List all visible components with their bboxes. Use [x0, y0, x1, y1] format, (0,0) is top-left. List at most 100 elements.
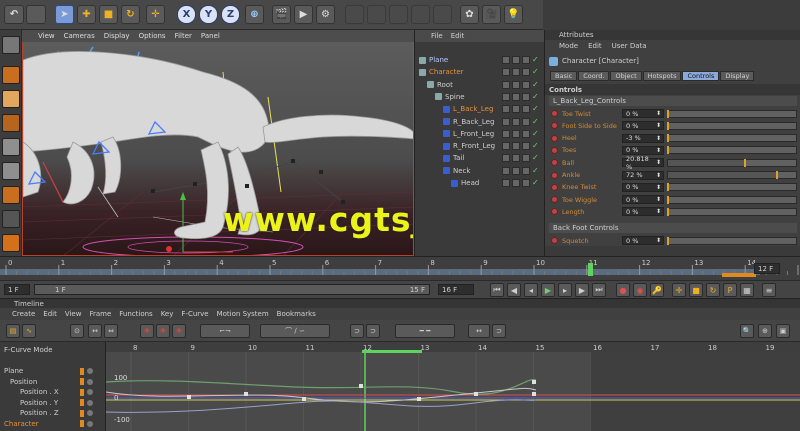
param-slider[interactable] [667, 121, 797, 130]
zero-angle-icon[interactable]: ↔ [468, 324, 490, 338]
track-row-position-z[interactable]: Position . Z [20, 408, 59, 418]
param-slider[interactable] [667, 134, 797, 143]
timeline-menu-f-curve[interactable]: F-Curve [181, 310, 208, 318]
axis-mode-icon[interactable] [2, 210, 20, 228]
animate-dot-icon[interactable] [551, 146, 558, 154]
timeline-menu-functions[interactable]: Functions [119, 310, 152, 318]
polygons-mode-icon[interactable] [2, 186, 20, 204]
visibility-toggle[interactable] [502, 80, 510, 89]
visibility-toggle[interactable] [512, 179, 520, 187]
track-row-plane[interactable]: Plane [4, 366, 23, 376]
slider-handle[interactable] [667, 236, 669, 245]
undo-icon[interactable]: ↶ [4, 5, 24, 24]
track-solo-toggle[interactable] [87, 389, 93, 395]
viewport-menu-display[interactable]: Display [104, 32, 130, 40]
param-value-field[interactable]: 20.818 % ⬍ [622, 155, 664, 171]
track-solo-toggle[interactable] [87, 399, 93, 406]
object-menu-edit[interactable]: Edit [451, 32, 465, 40]
go-to-start-icon[interactable]: ⏮ [490, 283, 504, 297]
go-to-end-icon[interactable]: ⏭ [592, 283, 606, 297]
visibility-toggle[interactable] [502, 179, 510, 187]
visibility-toggle[interactable] [502, 105, 510, 114]
track-solo-toggle[interactable] [87, 368, 93, 374]
visibility-toggle[interactable] [502, 56, 510, 64]
fcurve-mode-icon[interactable]: ∿ [22, 324, 36, 338]
edges-mode-icon[interactable] [2, 162, 20, 180]
track-row-position[interactable]: Position [10, 377, 37, 387]
timeline-menu-icon[interactable]: ≡ [762, 283, 776, 297]
slider-handle[interactable] [743, 158, 746, 167]
visibility-toggle[interactable] [522, 105, 530, 114]
render-picture-icon[interactable]: ▶ [294, 5, 313, 24]
slider-handle[interactable] [775, 171, 778, 179]
visibility-toggle[interactable] [522, 166, 530, 175]
interp-step-icon[interactable]: ⌐¬ [200, 324, 250, 338]
stepper-arrows-icon[interactable]: ⬍ [656, 196, 661, 203]
model-mode-icon[interactable] [2, 36, 20, 54]
param-slider[interactable] [667, 236, 797, 245]
interp-spline-icon[interactable]: ⌒ ∕ ∽ [260, 324, 330, 338]
play-icon[interactable]: ▶ [541, 283, 555, 297]
ruler-track[interactable] [0, 269, 760, 275]
select-arrow-icon[interactable]: ➤ [55, 5, 74, 24]
visibility-toggle[interactable] [512, 80, 520, 89]
tab-object[interactable]: Object [610, 70, 642, 81]
attributes-menu-mode[interactable]: Mode [559, 42, 578, 50]
enabled-check-icon[interactable]: ✓ [532, 68, 540, 76]
object-row-r-back-leg[interactable]: R_Back_Leg [443, 116, 494, 128]
animate-dot-icon[interactable] [551, 237, 558, 244]
move-icon[interactable]: ✚ [77, 5, 96, 24]
track-row-position-y[interactable]: Position . Y [20, 398, 58, 408]
redo-icon[interactable] [26, 5, 46, 24]
add-key-all-icon[interactable]: ✚ [156, 324, 170, 338]
next-key-icon[interactable]: ▶ [575, 283, 589, 297]
slider-handle[interactable] [667, 121, 669, 130]
y-axis-button[interactable]: Y [199, 5, 218, 24]
scene-icon[interactable]: ✿ [460, 5, 479, 24]
visibility-toggle[interactable] [512, 129, 520, 138]
key-scale-icon-2[interactable]: ⇔ [104, 324, 118, 338]
timeline-layout-icon[interactable]: ▣ [776, 324, 790, 338]
visibility-toggle[interactable] [502, 129, 510, 138]
enabled-check-icon[interactable]: ✓ [532, 166, 540, 175]
visibility-toggle[interactable] [512, 142, 520, 151]
track-solo-toggle[interactable] [87, 410, 93, 416]
param-slider[interactable] [667, 183, 797, 192]
enabled-check-icon[interactable]: ✓ [532, 117, 540, 126]
param-slider[interactable] [667, 146, 797, 155]
render-settings-icon[interactable]: ⚙ [316, 5, 335, 24]
slider-handle[interactable] [667, 134, 669, 143]
animate-dot-icon[interactable] [551, 171, 558, 179]
visibility-toggle[interactable] [522, 154, 530, 163]
3d-viewport[interactable]: View Cameras Display Options Filter Pane… [22, 30, 414, 256]
key-rotation-icon[interactable]: ↻ [706, 283, 720, 297]
visibility-toggle[interactable] [522, 129, 530, 138]
tab-hotspots[interactable]: Hotspots [642, 70, 682, 81]
animate-dot-icon[interactable] [551, 134, 558, 142]
enabled-check-icon[interactable]: ✓ [532, 80, 540, 89]
end-frame-field[interactable]: 16 F [438, 284, 474, 295]
track-row-character[interactable]: Character [4, 419, 39, 429]
enabled-check-icon[interactable]: ✓ [532, 154, 540, 162]
object-row-l-back-leg[interactable]: L_Back_Leg [443, 103, 493, 115]
timeline-menu-view[interactable]: View [65, 310, 82, 318]
enabled-check-icon[interactable]: ✓ [532, 56, 540, 64]
deformer-icon[interactable] [433, 5, 452, 24]
record-icon[interactable]: ● [616, 283, 630, 297]
object-row-r-front-leg[interactable]: R_Front_Leg [443, 140, 495, 152]
object-row-head[interactable]: Head [451, 177, 479, 189]
delete-key-icon[interactable]: ✚ [172, 324, 186, 338]
key-parameter-icon[interactable]: P [723, 283, 737, 297]
visibility-toggle[interactable] [522, 68, 530, 77]
object-row-spine[interactable]: Spine [435, 91, 465, 103]
visibility-toggle[interactable] [512, 166, 520, 175]
array-icon[interactable] [411, 5, 430, 24]
object-row-l-front-leg[interactable]: L_Front_Leg [443, 128, 494, 140]
workplane-icon[interactable] [2, 114, 20, 132]
cube-icon[interactable] [345, 5, 364, 24]
param-value-field[interactable]: 0 % ⬍ [622, 182, 664, 192]
stepper-arrows-icon[interactable]: ⬍ [656, 184, 661, 191]
preview-range-slider[interactable]: 1 F 15 F [34, 284, 430, 295]
slider-handle[interactable] [667, 195, 669, 204]
tangent-flat-icon[interactable]: ━ ━ [395, 324, 455, 338]
